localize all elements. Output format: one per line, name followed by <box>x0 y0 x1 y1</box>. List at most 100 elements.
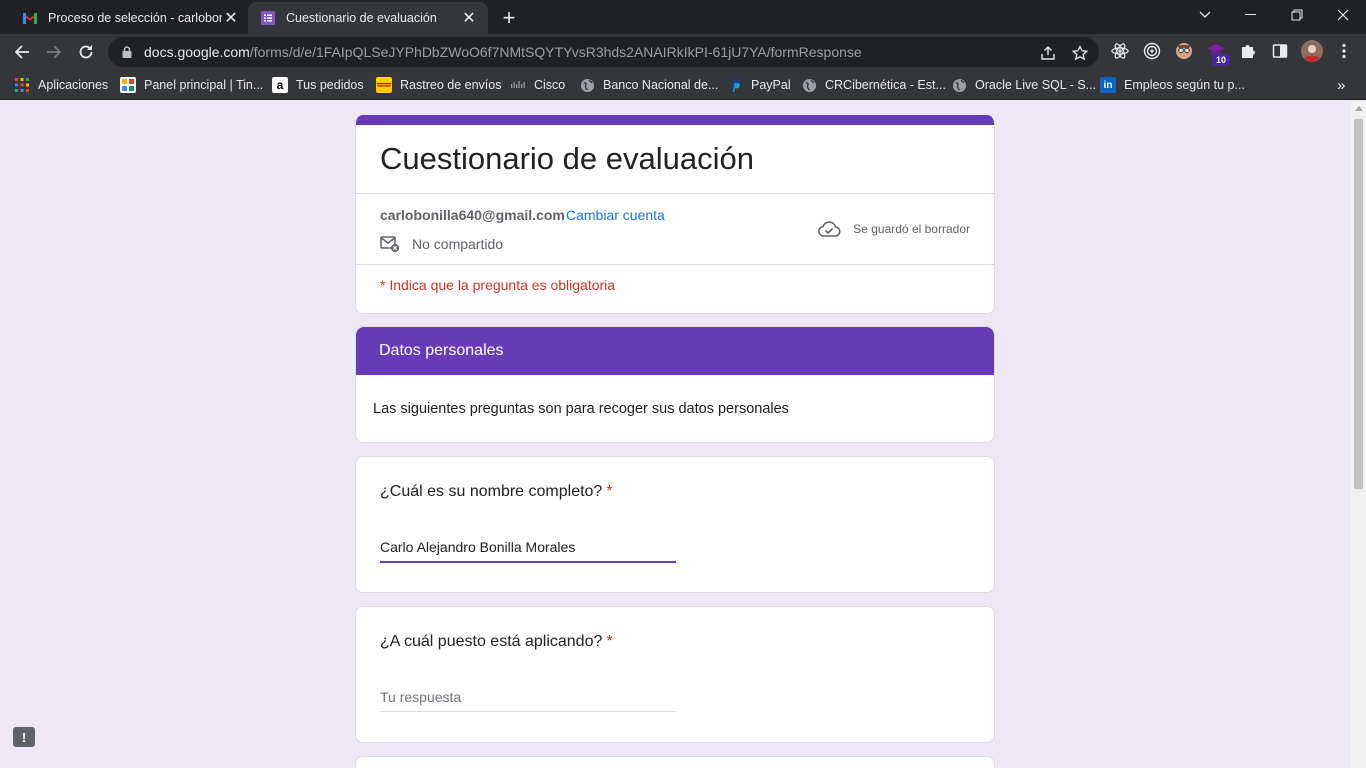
url-text: docs.google.com/forms/d/e/1FAIpQLSeJYPhD… <box>144 44 862 60</box>
question-text: ¿A cuál puesto está aplicando? <box>380 633 603 650</box>
bookmark-label: CRCibernética - Est... <box>825 78 946 92</box>
account-info: carlobonilla640@gmail.com Cambiar cuenta… <box>356 194 994 264</box>
section-card: Datos personales Las siguientes pregunta… <box>355 326 995 443</box>
restore-icon <box>1291 9 1303 21</box>
not-shared-status: No compartido <box>380 235 503 253</box>
tab-title: Cuestionario de evaluación <box>286 11 437 25</box>
bookmark-label: Panel principal | Tin... <box>144 78 264 92</box>
back-button[interactable] <box>8 38 36 66</box>
close-icon[interactable]: ✕ <box>222 9 240 27</box>
bookmark-tus-pedidos[interactable]: a Tus pedidos <box>272 76 364 94</box>
question-card-name: ¿Cuál es su nombre completo? * Carlo Alej… <box>355 456 995 593</box>
bookmark-label: Oracle Live SQL - S... <box>975 78 1097 92</box>
bookmark-oracle-live-sql[interactable]: Oracle Live SQL - S... <box>951 76 1096 94</box>
bookmark-rastreo-envios[interactable]: Rastreo de envíos <box>376 76 501 94</box>
close-icon <box>1337 9 1349 21</box>
new-tab-button[interactable]: + <box>496 5 522 31</box>
bookmark-crcibernetica[interactable]: CRCibernética - Est... <box>801 76 946 94</box>
puzzle-extensions-icon[interactable] <box>1238 41 1258 61</box>
paypal-icon <box>727 77 743 93</box>
chrome-menu-icon[interactable] <box>1334 41 1354 61</box>
bookmark-banco-nacional[interactable]: Banco Nacional de... <box>579 76 718 94</box>
minimize-icon <box>1245 14 1256 15</box>
cloud-done-icon <box>818 221 841 237</box>
tab-form[interactable]: Cuestionario de evaluación ✕ <box>248 2 488 34</box>
mail-not-shared-icon <box>380 236 399 252</box>
panel-icon <box>120 77 136 93</box>
share-icon[interactable] <box>1039 44 1057 62</box>
close-icon[interactable]: ✕ <box>460 9 478 27</box>
form-title: Cuestionario de evaluación <box>380 141 754 176</box>
arrow-right-icon <box>47 45 62 59</box>
extension-badge: 10 <box>1212 54 1230 66</box>
switch-account-link[interactable]: Cambiar cuenta <box>566 207 665 223</box>
section-description: Las siguientes preguntas son para recoge… <box>373 401 789 417</box>
react-devtools-icon[interactable] <box>1110 41 1130 61</box>
arrow-left-icon <box>14 45 29 59</box>
required-note: * Indica que la pregunta es obligatoria <box>380 277 616 293</box>
browser-toolbar: docs.google.com/forms/d/e/1FAIpQLSeJYPhD… <box>0 34 1366 70</box>
tab-title: Proceso de selección - carlobonilla640@g… <box>48 11 222 25</box>
required-asterisk: * <box>606 633 613 650</box>
full-name-input[interactable]: Carlo Alejandro Bonilla Morales <box>380 539 676 563</box>
address-bar[interactable]: docs.google.com/forms/d/e/1FAIpQLSeJYPhD… <box>108 37 1099 67</box>
cisco-icon <box>510 77 526 93</box>
url-host: docs.google.com <box>144 44 250 60</box>
side-panel-icon[interactable] <box>1270 41 1290 61</box>
bookmarks-bar: Aplicaciones Panel principal | Tin... a … <box>0 70 1366 100</box>
bookmark-empleos[interactable]: in Empleos según tu p... <box>1100 76 1245 94</box>
forward-button[interactable] <box>40 38 68 66</box>
bookmark-paypal[interactable]: PayPal <box>727 76 791 94</box>
draft-saved-status: Se guardó el borrador <box>817 220 970 238</box>
glasses-extension-icon[interactable] <box>1174 41 1194 61</box>
globe-icon <box>579 77 595 93</box>
close-window-button[interactable] <box>1320 0 1366 30</box>
tab-gmail[interactable]: Proceso de selección - carlobonilla640@g… <box>10 2 250 34</box>
tab-search-button[interactable] <box>1182 0 1228 30</box>
form-header-card: Cuestionario de evaluación carlobonilla6… <box>355 115 995 314</box>
header-accent-bar <box>356 115 994 125</box>
bookmark-label: Empleos según tu p... <box>1124 78 1245 92</box>
draft-saved-label: Se guardó el borrador <box>853 222 970 236</box>
account-email: carlobonilla640@gmail.com <box>380 207 565 223</box>
bookmark-label: Rastreo de envíos <box>400 78 502 92</box>
restore-button[interactable] <box>1274 0 1320 30</box>
chevron-down-icon <box>1199 11 1211 18</box>
globe-icon <box>951 77 967 93</box>
amazon-icon: a <box>272 77 288 93</box>
bookmark-star-icon[interactable] <box>1071 44 1089 62</box>
bookmark-cisco[interactable]: Cisco <box>510 76 565 94</box>
apps-grid-icon <box>14 77 30 93</box>
profile-avatar-icon[interactable] <box>1301 40 1323 62</box>
position-input[interactable]: Tu respuesta <box>380 689 676 712</box>
bookmark-aplicaciones[interactable]: Aplicaciones <box>14 76 108 94</box>
gmail-icon <box>22 10 38 26</box>
question-card-next <box>355 756 995 768</box>
form-page: Cuestionario de evaluación carlobonilla6… <box>0 101 1351 768</box>
question-title: ¿Cuál es su nombre completo? * <box>380 483 613 501</box>
scroll-up-arrow-icon[interactable] <box>1355 106 1363 111</box>
bookmark-label: Cisco <box>534 78 566 92</box>
not-shared-label: No compartido <box>412 236 504 252</box>
scrollbar-thumb[interactable] <box>1354 119 1363 489</box>
bookmark-label: PayPal <box>751 78 791 92</box>
reload-button[interactable] <box>72 38 100 66</box>
minimize-button[interactable] <box>1228 0 1274 30</box>
google-forms-icon <box>260 10 276 26</box>
bookmark-panel-principal[interactable]: Panel principal | Tin... <box>120 76 263 94</box>
section-title: Datos personales <box>356 327 994 375</box>
url-path: /forms/d/e/1FAIpQLSeJYPhDbZWoO6f7NMtSQYT… <box>249 44 862 60</box>
lock-icon <box>122 46 132 58</box>
globe-icon <box>801 77 817 93</box>
bookmark-label: Aplicaciones <box>38 78 109 92</box>
target-extension-icon[interactable] <box>1142 41 1162 61</box>
required-asterisk: * <box>606 483 613 500</box>
report-problem-button[interactable]: ! <box>13 727 35 747</box>
reload-icon <box>79 45 93 59</box>
page-scrollbar[interactable] <box>1351 101 1366 768</box>
bookmarks-overflow-button[interactable]: » <box>1337 76 1345 94</box>
dhl-icon <box>376 77 392 93</box>
bookmark-label: Tus pedidos <box>296 78 364 92</box>
linkedin-icon: in <box>1100 77 1116 93</box>
question-card-position: ¿A cuál puesto está aplicando? * Tu respu… <box>355 606 995 743</box>
